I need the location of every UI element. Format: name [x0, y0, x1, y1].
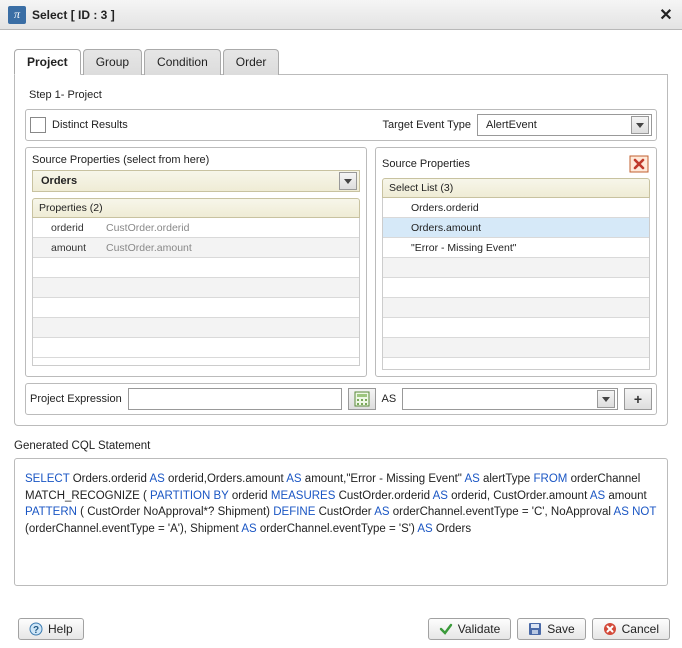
- tab-group[interactable]: Group: [83, 49, 142, 75]
- property-desc: CustOrder.amount: [106, 242, 192, 254]
- generated-cql-output: SELECT Orders.orderid AS orderid,Orders.…: [14, 458, 668, 586]
- properties-grid[interactable]: orderid CustOrder.orderid amount CustOrd…: [32, 218, 360, 366]
- table-row[interactable]: orderid CustOrder.orderid: [33, 218, 359, 238]
- table-row: [33, 318, 359, 338]
- generated-cql-label: Generated CQL Statement: [14, 440, 668, 452]
- validate-button[interactable]: Validate: [428, 618, 511, 640]
- plus-icon: +: [634, 391, 642, 407]
- cancel-icon: [603, 622, 617, 636]
- as-select[interactable]: [402, 388, 618, 410]
- help-label: Help: [48, 622, 73, 636]
- table-row: [33, 338, 359, 358]
- save-button[interactable]: Save: [517, 618, 585, 640]
- table-row: [33, 298, 359, 318]
- project-expression-row: Project Expression AS +: [25, 383, 657, 415]
- target-event-type-label: Target Event Type: [383, 119, 471, 131]
- source-properties-header: Source Properties (select from here): [32, 154, 360, 166]
- project-expression-label: Project Expression: [30, 393, 122, 405]
- select-list-panel: Source Properties Select List (3) Orders…: [375, 147, 657, 377]
- distinct-checkbox[interactable]: [30, 117, 46, 133]
- property-name: orderid: [51, 222, 106, 234]
- list-item: [383, 258, 649, 278]
- tab-order[interactable]: Order: [223, 49, 280, 75]
- tab-project[interactable]: Project: [14, 49, 81, 75]
- list-item: [383, 298, 649, 318]
- cancel-button[interactable]: Cancel: [592, 618, 670, 640]
- source-dropdown-value: Orders: [41, 175, 77, 187]
- select-list-header-text: Source Properties: [382, 158, 470, 170]
- add-button[interactable]: +: [624, 388, 652, 410]
- list-item: [383, 318, 649, 338]
- validate-label: Validate: [458, 622, 500, 636]
- chevron-down-icon: [631, 116, 649, 134]
- top-row: Distinct Results Target Event Type Alert…: [25, 109, 657, 141]
- check-icon: [439, 622, 453, 636]
- select-list-header: Source Properties: [382, 154, 650, 174]
- cancel-label: Cancel: [622, 622, 659, 636]
- calculator-icon: [354, 391, 370, 407]
- property-desc: CustOrder.orderid: [106, 222, 189, 234]
- source-dropdown[interactable]: Orders: [32, 170, 360, 192]
- title-bar: π Select [ ID : 3 ] ✕: [0, 0, 682, 30]
- list-item[interactable]: Orders.amount: [383, 218, 649, 238]
- distinct-label: Distinct Results: [52, 119, 128, 131]
- list-item: [383, 338, 649, 358]
- select-list-grid[interactable]: Orders.orderid Orders.amount "Error - Mi…: [382, 198, 650, 370]
- step-label: Step 1- Project: [29, 89, 657, 101]
- footer-bar: ? Help Validate Save Cancel: [12, 618, 670, 640]
- table-row: [33, 278, 359, 298]
- source-properties-panel: Source Properties (select from here) Ord…: [25, 147, 367, 377]
- target-event-type-select[interactable]: AlertEvent: [477, 114, 652, 136]
- tab-bar: Project Group Condition Order: [14, 48, 668, 75]
- pi-icon: π: [8, 6, 26, 24]
- delete-x-icon: [628, 154, 650, 174]
- list-item[interactable]: "Error - Missing Event": [383, 238, 649, 258]
- chevron-down-icon: [597, 390, 615, 408]
- property-name: amount: [51, 242, 106, 254]
- target-event-type-value: AlertEvent: [486, 119, 537, 131]
- help-icon: ?: [29, 622, 43, 636]
- list-item[interactable]: Orders.orderid: [383, 198, 649, 218]
- select-list-subheader: Select List (3): [382, 178, 650, 198]
- disk-icon: [528, 622, 542, 636]
- properties-panel-header: Properties (2): [32, 198, 360, 218]
- dialog-title: Select [ ID : 3 ]: [32, 8, 658, 22]
- chevron-down-icon: [339, 172, 357, 190]
- list-item: [383, 278, 649, 298]
- tab-panel-project: Step 1- Project Distinct Results Target …: [14, 75, 668, 426]
- table-row[interactable]: amount CustOrder.amount: [33, 238, 359, 258]
- save-label: Save: [547, 622, 574, 636]
- delete-button[interactable]: [628, 154, 650, 174]
- tab-condition[interactable]: Condition: [144, 49, 221, 75]
- svg-text:?: ?: [33, 625, 39, 636]
- as-label: AS: [382, 393, 397, 405]
- close-icon[interactable]: ✕: [658, 5, 674, 25]
- table-row: [33, 258, 359, 278]
- expression-builder-button[interactable]: [348, 388, 376, 410]
- help-button[interactable]: ? Help: [18, 618, 84, 640]
- project-expression-input[interactable]: [128, 388, 342, 410]
